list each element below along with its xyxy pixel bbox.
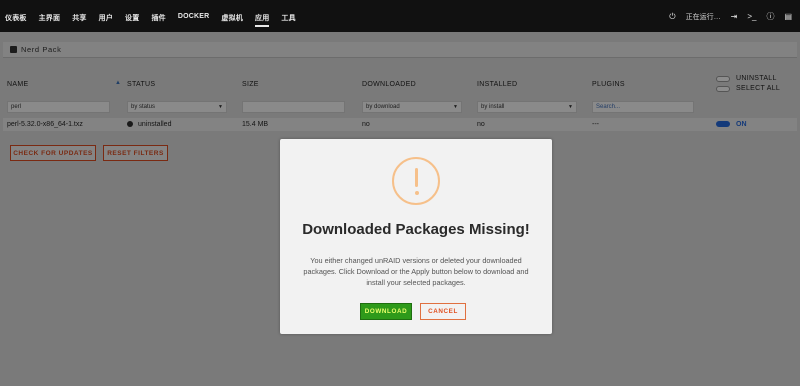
package-icon xyxy=(10,46,17,53)
nav-docker[interactable]: DOCKER xyxy=(178,13,210,27)
sort-asc-icon[interactable]: ▲ xyxy=(115,80,121,86)
select-all-label: SELECT ALL xyxy=(736,85,781,92)
nav-right-status: 正在运行… xyxy=(685,13,721,21)
nav-dashboard[interactable]: 仪表板 xyxy=(5,13,27,27)
select-all-toggle-row[interactable]: SELECT ALL xyxy=(716,85,780,92)
package-on-label: ON xyxy=(736,121,747,128)
nav-users[interactable]: 用户 xyxy=(99,13,113,27)
col-header-plugins[interactable]: PLUGINS xyxy=(592,81,625,88)
col-header-status[interactable]: STATUS xyxy=(127,81,155,88)
package-status: uninstalled xyxy=(127,121,171,128)
cancel-button[interactable]: CANCEL xyxy=(420,303,466,320)
package-installed: no xyxy=(477,121,485,128)
download-button[interactable]: DOWNLOAD xyxy=(360,303,412,320)
power-icon[interactable]: ⏻ xyxy=(669,12,675,22)
col-header-name[interactable]: NAME xyxy=(7,81,28,88)
nav-plugins[interactable]: 插件 xyxy=(151,13,165,27)
dialog-message: You either changed unRAID versions or de… xyxy=(303,256,529,287)
chevron-down-icon: ▼ xyxy=(218,104,223,110)
warning-icon xyxy=(392,157,440,205)
info-icon xyxy=(127,121,133,127)
nav-apps[interactable]: 应用 xyxy=(255,13,270,27)
chevron-down-icon: ▼ xyxy=(453,104,458,110)
terminal-icon[interactable]: >_ xyxy=(747,12,756,21)
package-name: perl-5.32.0-x86_64-1.txz xyxy=(7,121,83,128)
uninstall-label: UNINSTALL xyxy=(736,75,777,82)
package-size: 15.4 MB xyxy=(242,121,269,128)
dialog-title: Downloaded Packages Missing! xyxy=(302,221,530,238)
package-on-toggle[interactable] xyxy=(716,121,730,127)
main-menu: 仪表板 主界面 共享 用户 设置 插件 DOCKER 虚拟机 应用 工具 xyxy=(5,13,308,27)
status-filter-select[interactable]: by status ▼ xyxy=(127,101,227,113)
nav-right-tools: ⏻ 正在运行… ⇥ >_ ⓘ ▤ xyxy=(669,0,792,22)
logout-icon[interactable]: ⇥ xyxy=(731,12,738,21)
nav-tools[interactable]: 工具 xyxy=(281,13,295,27)
plugins-search-input[interactable]: Search... xyxy=(592,101,694,113)
col-header-installed[interactable]: INSTALLED xyxy=(477,81,517,88)
package-plugins: --- xyxy=(592,121,599,128)
uninstall-toggle-row[interactable]: UNINSTALL xyxy=(716,75,777,82)
check-for-updates-button[interactable]: CHECK FOR UPDATES xyxy=(10,145,96,161)
nav-main[interactable]: 主界面 xyxy=(39,13,61,27)
col-header-size[interactable]: SIZE xyxy=(242,81,259,88)
col-header-downloaded[interactable]: DOWNLOADED xyxy=(362,81,416,88)
section-header: Nerd Pack xyxy=(3,42,797,58)
missing-packages-dialog: Downloaded Packages Missing! You either … xyxy=(280,139,552,334)
reset-filters-button[interactable]: RESET FILTERS xyxy=(103,145,168,161)
top-nav: 仪表板 主界面 共享 用户 设置 插件 DOCKER 虚拟机 应用 工具 ⏻ 正… xyxy=(0,0,800,32)
chevron-down-icon: ▼ xyxy=(568,104,573,110)
size-filter-input[interactable] xyxy=(242,101,345,113)
log-icon[interactable]: ▤ xyxy=(784,12,792,21)
section-title: Nerd Pack xyxy=(21,45,62,54)
uninstall-toggle[interactable] xyxy=(716,75,730,82)
info-icon[interactable]: ⓘ xyxy=(766,11,774,22)
downloaded-filter-select[interactable]: by download ▼ xyxy=(362,101,462,113)
name-filter-input[interactable]: perl xyxy=(7,101,110,113)
package-downloaded: no xyxy=(362,121,370,128)
installed-filter-select[interactable]: by install ▼ xyxy=(477,101,577,113)
nav-shares[interactable]: 共享 xyxy=(72,13,86,27)
select-all-toggle[interactable] xyxy=(716,85,730,92)
nav-vms[interactable]: 虚拟机 xyxy=(221,13,243,27)
table-row xyxy=(3,118,797,131)
nav-settings[interactable]: 设置 xyxy=(125,13,139,27)
